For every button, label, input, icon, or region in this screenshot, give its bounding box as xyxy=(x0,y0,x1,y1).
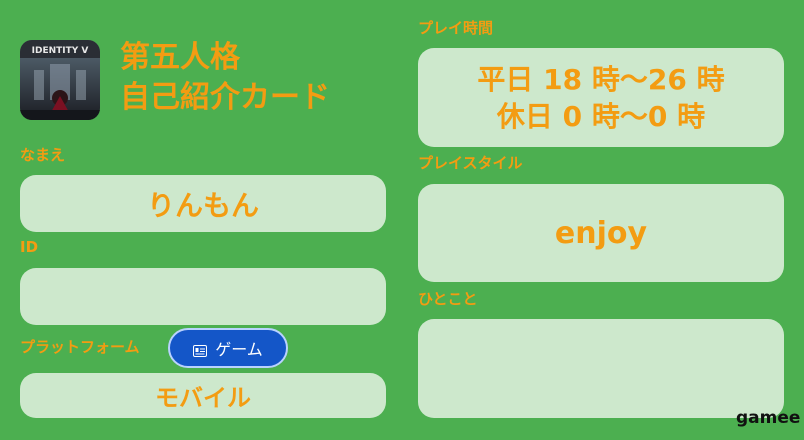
title-line-1: 第五人格 xyxy=(120,40,240,75)
id-field[interactable] xyxy=(20,268,386,325)
platform-label: プラットフォーム xyxy=(20,338,140,356)
playstyle-label: プレイスタイル xyxy=(418,154,523,172)
playstyle-value: enjoy xyxy=(554,215,648,251)
game-button-label: ゲーム xyxy=(215,340,263,359)
playstyle-field[interactable]: enjoy xyxy=(418,184,784,282)
id-card-icon xyxy=(193,345,208,357)
playtime-weekday: 平日 18 時〜26 時 xyxy=(477,62,725,96)
comment-label: ひとこと xyxy=(418,290,478,308)
game-button[interactable]: ゲーム xyxy=(168,328,288,368)
name-field[interactable]: りんもん xyxy=(20,175,386,232)
app-icon: IDENTITY V xyxy=(20,40,100,120)
brand-logo: gamee xyxy=(736,408,801,428)
platform-value: モバイル xyxy=(155,384,251,412)
platform-field[interactable]: モバイル xyxy=(20,373,386,418)
name-label: なまえ xyxy=(20,146,66,164)
playtime-field[interactable]: 平日 18 時〜26 時 休日 0 時〜0 時 xyxy=(418,48,784,147)
title-line-2: 自己紹介カード xyxy=(120,80,330,115)
playtime-holiday: 休日 0 時〜0 時 xyxy=(496,99,706,133)
comment-field[interactable] xyxy=(418,319,784,418)
name-value: りんもん xyxy=(146,188,259,222)
playtime-label: プレイ時間 xyxy=(418,19,494,37)
id-label: ID xyxy=(20,238,39,256)
card-title: 第五人格 自己紹介カード xyxy=(120,38,330,118)
svg-text:IDENTITY V: IDENTITY V xyxy=(32,46,89,56)
